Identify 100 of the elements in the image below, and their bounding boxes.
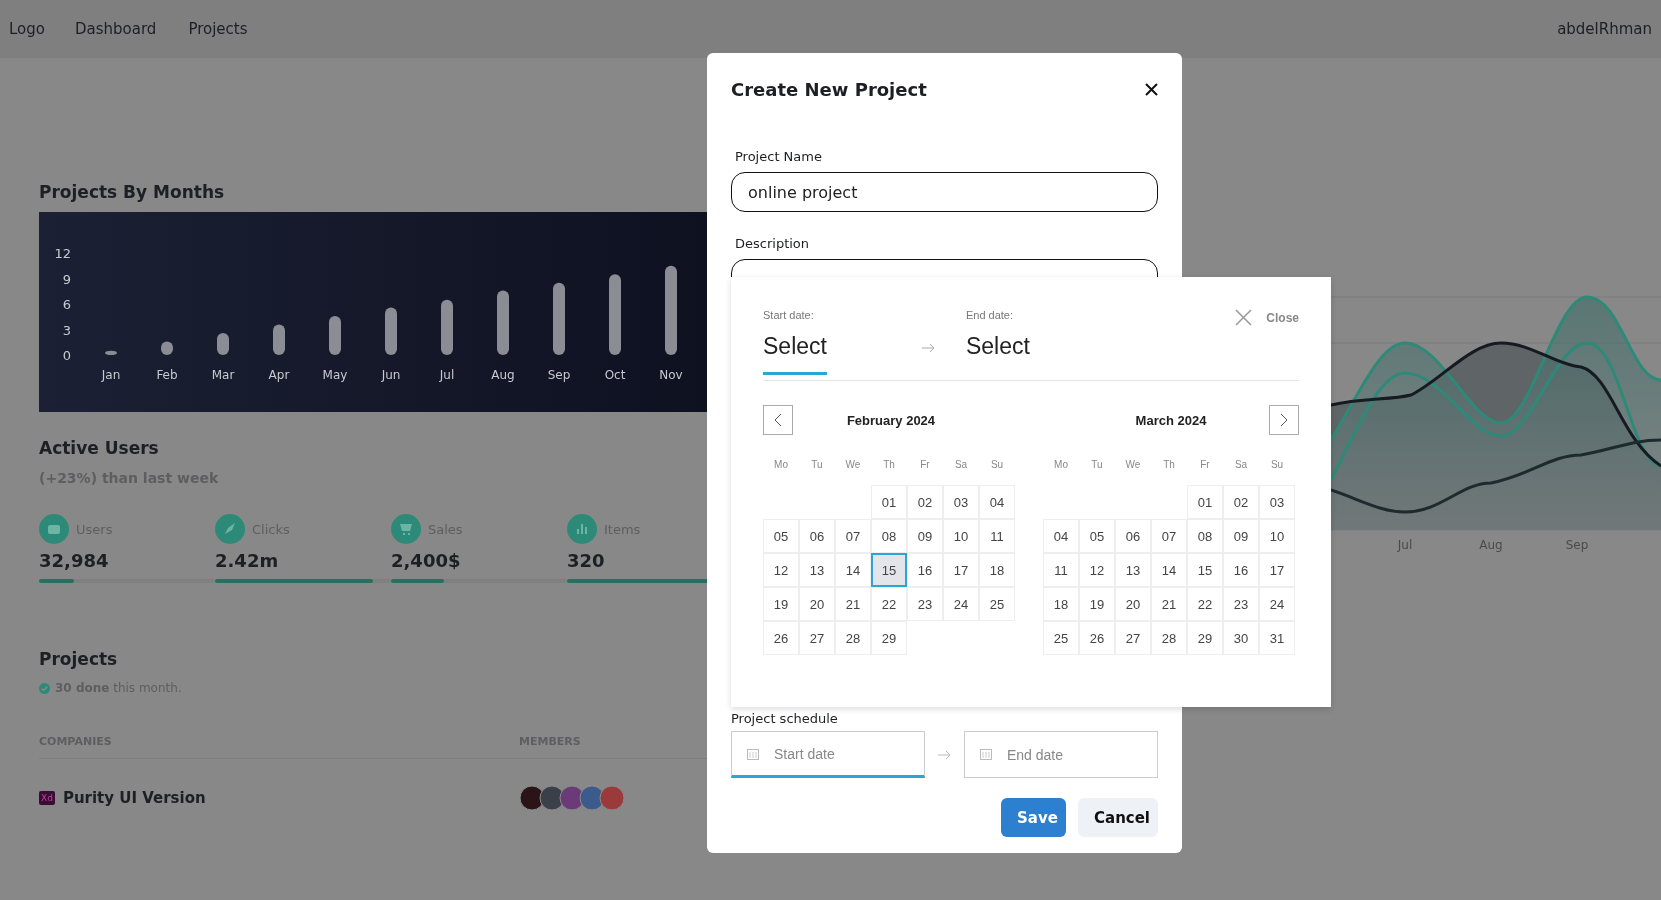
day-cell[interactable]: 15	[1187, 553, 1223, 587]
day-cell[interactable]: 29	[1187, 621, 1223, 655]
day-cell[interactable]: 12	[1079, 553, 1115, 587]
day-cell[interactable]: 04	[1043, 519, 1079, 553]
day-cell[interactable]: 27	[799, 621, 835, 655]
axis-month-label: May	[322, 368, 348, 382]
day-cell[interactable]: 13	[1115, 553, 1151, 587]
day-cell[interactable]: 31	[1259, 621, 1295, 655]
nav-link[interactable]: Projects	[188, 20, 248, 38]
day-cell[interactable]: 06	[1115, 519, 1151, 553]
day-cell[interactable]: 15	[871, 553, 907, 587]
chevron-right-icon	[1280, 413, 1288, 427]
day-cell[interactable]: 21	[1151, 587, 1187, 621]
logo-text[interactable]: Logo	[9, 20, 45, 38]
day-cell[interactable]: 12	[763, 553, 799, 587]
chart-bar	[441, 299, 453, 355]
day-cell[interactable]: 24	[1259, 587, 1295, 621]
day-cell[interactable]: 19	[763, 587, 799, 621]
day-cell[interactable]: 03	[943, 485, 979, 519]
day-cell[interactable]: 23	[1223, 587, 1259, 621]
date-tab[interactable]: Start date: Select	[763, 309, 827, 375]
day-cell[interactable]: 19	[1079, 587, 1115, 621]
day-cell[interactable]: 18	[1043, 587, 1079, 621]
date-field[interactable]: Start date	[731, 731, 925, 778]
axis-month-label: Feb	[156, 368, 178, 382]
day-cell[interactable]: 16	[907, 553, 943, 587]
day-cell[interactable]: 03	[1259, 485, 1295, 519]
day-cell[interactable]: 02	[907, 485, 943, 519]
day-cell[interactable]: 17	[1259, 553, 1295, 587]
day-cell[interactable]: 08	[871, 519, 907, 553]
day-cell[interactable]: 13	[799, 553, 835, 587]
calendar-icon	[747, 748, 759, 760]
day-cell[interactable]: 05	[763, 519, 799, 553]
user-name[interactable]: abdelRhman	[1557, 20, 1652, 38]
day-cell[interactable]: 01	[871, 485, 907, 519]
day-cell[interactable]: 07	[835, 519, 871, 553]
axis-month-label: Jun	[381, 368, 401, 382]
wallet-icon	[39, 514, 69, 544]
close-icon	[1145, 82, 1158, 96]
day-cell[interactable]: 16	[1223, 553, 1259, 587]
bar-chart-icon	[567, 514, 597, 544]
day-cell[interactable]: 20	[799, 587, 835, 621]
day-cell[interactable]: 17	[943, 553, 979, 587]
day-cell[interactable]: 01	[1187, 485, 1223, 519]
weekday-label: Fr	[919, 457, 931, 472]
nav-link[interactable]: Dashboard	[75, 20, 157, 38]
day-cell[interactable]: 06	[799, 519, 835, 553]
day-cell[interactable]: 10	[943, 519, 979, 553]
day-cell[interactable]: 14	[1151, 553, 1187, 587]
next-month-button[interactable]	[1269, 405, 1299, 435]
day-cell[interactable]: 22	[1187, 587, 1223, 621]
day-cell[interactable]: 14	[835, 553, 871, 587]
day-cell[interactable]: 28	[835, 621, 871, 655]
day-cell[interactable]: 29	[871, 621, 907, 655]
day-cell[interactable]: 28	[1151, 621, 1187, 655]
stat-value: 32,984	[39, 550, 110, 571]
day-cell[interactable]: 11	[1043, 553, 1079, 587]
cancel-button[interactable]: Cancel	[1078, 798, 1158, 837]
close-button[interactable]: Close	[1235, 309, 1299, 326]
day-cell[interactable]: 07	[1151, 519, 1187, 553]
day-cell[interactable]: 08	[1187, 519, 1223, 553]
field-label: Description	[735, 236, 811, 251]
day-cell[interactable]: 20	[1115, 587, 1151, 621]
day-cell[interactable]: 11	[979, 519, 1015, 553]
date-field[interactable]: End date	[964, 731, 1158, 778]
stat-value: 320	[567, 550, 606, 571]
company-name: Purity UI Version	[62, 789, 206, 807]
day-cell[interactable]: 25	[1043, 621, 1079, 655]
day-cell[interactable]: 10	[1259, 519, 1295, 553]
day-cell[interactable]: 26	[1079, 621, 1115, 655]
axis-month-label: Sep	[1564, 538, 1590, 552]
day-cell[interactable]: 05	[1079, 519, 1115, 553]
input-field[interactable]: online project	[731, 172, 1158, 212]
day-cell[interactable]: 09	[907, 519, 943, 553]
weekday-label: Su	[1269, 457, 1285, 472]
previous-month-button[interactable]	[763, 405, 793, 435]
stat-value: 2,400$	[391, 550, 462, 571]
day-cell[interactable]: 09	[1223, 519, 1259, 553]
axis-month-label: Aug	[491, 368, 515, 382]
save-button[interactable]: Save	[1001, 798, 1066, 837]
day-cell[interactable]: 04	[979, 485, 1015, 519]
axis-month-label: Mar	[211, 368, 235, 382]
month-title: March 2024	[1135, 412, 1207, 428]
day-cell[interactable]: 26	[763, 621, 799, 655]
day-cell[interactable]: 23	[907, 587, 943, 621]
field-label: Project schedule	[731, 711, 839, 728]
date-tab[interactable]: End date: Select	[965, 309, 1030, 375]
day-cell[interactable]: 21	[835, 587, 871, 621]
day-cell[interactable]: 18	[979, 553, 1015, 587]
day-cell[interactable]: 27	[1115, 621, 1151, 655]
day-cell[interactable]: 24	[943, 587, 979, 621]
day-cell[interactable]: 30	[1223, 621, 1259, 655]
day-cell[interactable]: 22	[871, 587, 907, 621]
chart-bar	[385, 307, 397, 355]
day-cell[interactable]: 25	[979, 587, 1015, 621]
rocket-icon	[215, 514, 245, 544]
axis-month-label: Apr	[268, 368, 290, 382]
axis-month-label: Nov	[659, 368, 683, 382]
day-cell[interactable]: 02	[1223, 485, 1259, 519]
stat-value: 2.42m	[215, 550, 280, 571]
